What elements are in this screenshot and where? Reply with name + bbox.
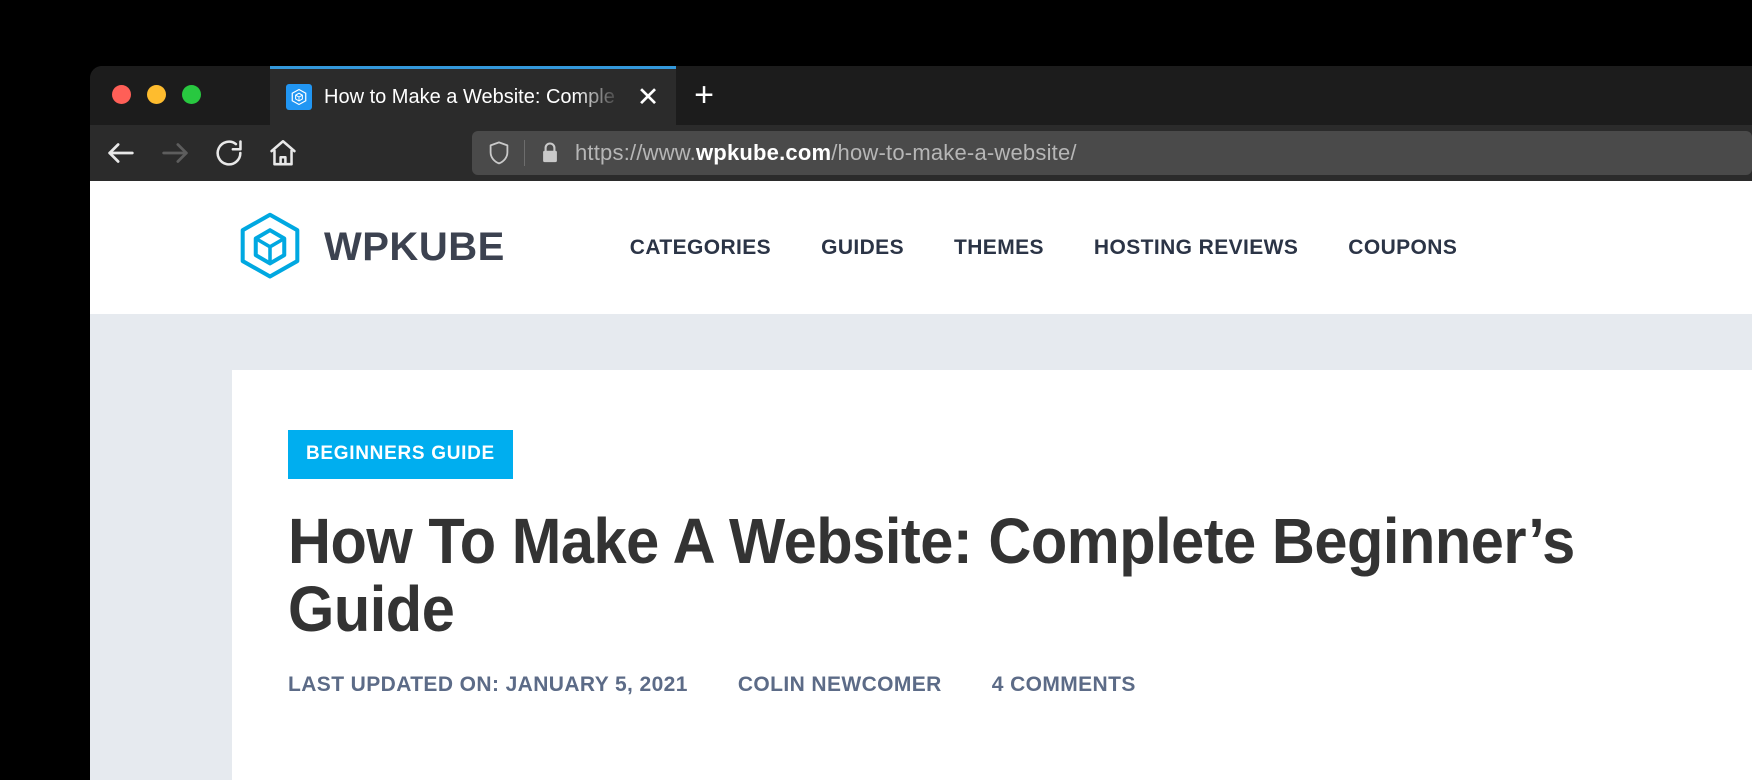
shield-icon[interactable] xyxy=(486,140,512,166)
url-host: wpkube.com xyxy=(696,140,832,165)
navigation-buttons xyxy=(90,130,310,176)
page-viewport: WPKUBE CATEGORIES GUIDES THEMES HOSTING … xyxy=(90,181,1752,780)
home-button[interactable] xyxy=(256,130,310,176)
url-prefix: https://www. xyxy=(575,140,696,165)
url-path: /how-to-make-a-website/ xyxy=(831,140,1077,165)
address-bar[interactable]: https://www.wpkube.com/how-to-make-a-web… xyxy=(472,131,1752,175)
tab-title: How to Make a Website: Comple xyxy=(324,86,615,108)
nav-item-guides[interactable]: GUIDES xyxy=(796,236,929,260)
back-button[interactable] xyxy=(94,130,148,176)
article-card: BEGINNERS GUIDE How To Make A Website: C… xyxy=(232,370,1752,780)
window-controls xyxy=(112,85,201,104)
article-title: How To Make A Website: Complete Beginner… xyxy=(288,505,1575,645)
wpkube-favicon-icon xyxy=(286,84,312,110)
close-window-button[interactable] xyxy=(112,85,131,104)
browser-window: How to Make a Website: Comple ✕ + https:… xyxy=(90,66,1752,780)
site-brand-name: WPKUBE xyxy=(324,225,505,269)
meta-author[interactable]: COLIN NEWCOMER xyxy=(738,673,942,697)
nav-item-hosting-reviews[interactable]: HOSTING REVIEWS xyxy=(1069,236,1323,260)
meta-comments[interactable]: 4 COMMENTS xyxy=(992,673,1136,697)
meta-last-updated: LAST UPDATED ON: JANUARY 5, 2021 xyxy=(288,673,688,696)
close-tab-icon[interactable]: ✕ xyxy=(634,83,662,111)
screenshot-root: How to Make a Website: Comple ✕ + https:… xyxy=(0,0,1752,780)
browser-toolbar: https://www.wpkube.com/how-to-make-a-web… xyxy=(90,125,1752,181)
site-navigation: CATEGORIES GUIDES THEMES HOSTING REVIEWS… xyxy=(605,236,1482,260)
nav-item-categories[interactable]: CATEGORIES xyxy=(605,236,796,260)
wpkube-cube-logo-icon xyxy=(232,210,308,286)
address-bar-divider xyxy=(524,140,525,166)
minimize-window-button[interactable] xyxy=(147,85,166,104)
browser-tab-active[interactable]: How to Make a Website: Comple ✕ xyxy=(270,66,676,125)
padlock-icon xyxy=(539,141,561,165)
zoom-window-button[interactable] xyxy=(182,85,201,104)
page-background: BEGINNERS GUIDE How To Make A Website: C… xyxy=(90,314,1752,780)
article-meta: LAST UPDATED ON: JANUARY 5, 2021 COLIN N… xyxy=(288,673,1688,697)
nav-item-coupons[interactable]: COUPONS xyxy=(1323,236,1482,260)
new-tab-button[interactable]: + xyxy=(686,78,722,115)
site-logo[interactable]: WPKUBE xyxy=(232,210,505,286)
reload-button[interactable] xyxy=(202,130,256,176)
forward-button[interactable] xyxy=(148,130,202,176)
site-header: WPKUBE CATEGORIES GUIDES THEMES HOSTING … xyxy=(90,181,1752,314)
nav-item-themes[interactable]: THEMES xyxy=(929,236,1069,260)
url-text: https://www.wpkube.com/how-to-make-a-web… xyxy=(575,140,1077,166)
tab-strip: How to Make a Website: Comple ✕ + xyxy=(90,66,1752,125)
category-badge[interactable]: BEGINNERS GUIDE xyxy=(288,430,513,479)
